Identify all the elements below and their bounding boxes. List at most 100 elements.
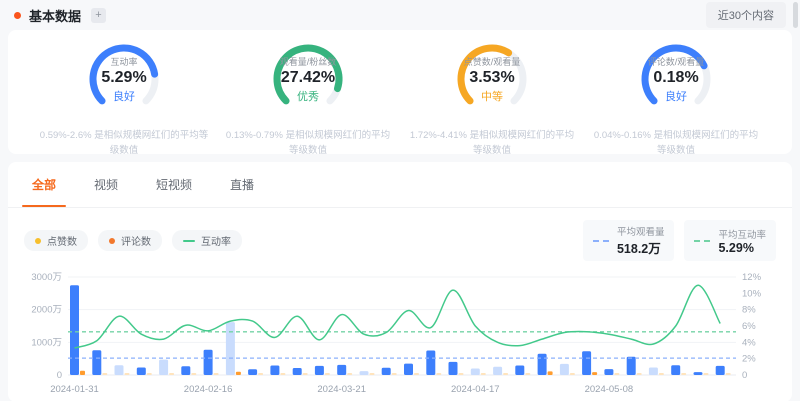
views-bar[interactable] — [181, 366, 190, 375]
gauge-note: 0.59%-2.6% 是相似规模网红们的平均等级数值 — [38, 129, 210, 158]
legend-pills: 点赞数 评论数互动率 — [24, 230, 242, 251]
likes-comments-bar[interactable] — [570, 373, 575, 375]
likes-comments-bar[interactable] — [503, 373, 508, 375]
views-bar[interactable] — [315, 366, 324, 375]
likes-comments-bar[interactable] — [548, 371, 553, 375]
views-bar[interactable] — [649, 368, 658, 376]
tab-short-video[interactable]: 短视频 — [152, 162, 196, 207]
likes-comments-bar[interactable] — [303, 373, 308, 375]
likes-comments-bar[interactable] — [102, 373, 107, 375]
likes-comments-bar[interactable] — [80, 371, 85, 375]
views-bar[interactable] — [137, 368, 146, 376]
likes-comments-bar[interactable] — [280, 373, 285, 375]
content-type-tabs: 全部视频短视频直播 — [8, 162, 792, 208]
avg-label: 平均观看量 — [617, 224, 665, 238]
views-bar[interactable] — [493, 367, 502, 375]
avg-label: 平均互动率 — [718, 227, 766, 241]
legend-row: 点赞数 评论数互动率 平均观看量 518.2万 平均互动率 5.29% — [8, 208, 792, 267]
views-bar[interactable] — [426, 351, 435, 376]
views-bar[interactable] — [204, 350, 213, 375]
section-header: 基本数据 + 近30个内容 — [0, 0, 800, 30]
likes-comments-bar[interactable] — [592, 372, 597, 375]
views-bar[interactable] — [248, 369, 257, 375]
likes-comments-bar[interactable] — [236, 372, 241, 375]
views-bar[interactable] — [293, 368, 302, 375]
gauge-status: 良好 — [665, 88, 687, 104]
views-bar[interactable] — [115, 365, 124, 375]
legend-comments[interactable]: 评论数 — [98, 230, 162, 251]
add-icon[interactable]: + — [91, 8, 106, 23]
likes-comments-bar[interactable] — [392, 373, 397, 375]
avg-views-chip: 平均观看量 518.2万 — [583, 220, 675, 261]
views-bar[interactable] — [337, 365, 346, 375]
tab-all[interactable]: 全部 — [28, 162, 60, 207]
dashed-line-icon — [694, 240, 710, 242]
likes-comments-bar[interactable] — [125, 373, 130, 375]
views-bar[interactable] — [671, 365, 680, 375]
views-bar[interactable] — [382, 368, 391, 375]
views-bar[interactable] — [404, 364, 413, 375]
views-bar[interactable] — [515, 366, 524, 376]
dashed-line-icon — [593, 240, 609, 242]
likes-comments-bar[interactable] — [258, 373, 263, 375]
views-bar[interactable] — [538, 354, 547, 375]
average-chips: 平均观看量 518.2万 平均互动率 5.29% — [583, 220, 776, 261]
left-axis-tick: 2000万 — [31, 305, 62, 316]
views-bar[interactable] — [471, 369, 480, 376]
right-axis-tick: 2% — [742, 354, 756, 365]
gauge-comments-per-view: 评论数/观看量 0.18% 良好 0.04%-0.16% 是相似规模网红们的平均… — [584, 40, 768, 154]
views-bar[interactable] — [694, 372, 703, 375]
likes-comments-bar[interactable] — [147, 373, 152, 375]
likes-comments-bar[interactable] — [370, 373, 375, 375]
gauge-value: 27.42% — [281, 69, 335, 87]
likes-comments-bar[interactable] — [704, 373, 709, 375]
likes-comments-bar[interactable] — [325, 373, 330, 375]
likes-comments-bar[interactable] — [347, 373, 352, 375]
gauge-label: 点赞数/观看量 — [464, 55, 521, 68]
likes-comments-bar[interactable] — [169, 373, 174, 375]
likes-comments-bar[interactable] — [436, 373, 441, 375]
views-bar[interactable] — [159, 360, 168, 375]
likes-comments-bar[interactable] — [525, 373, 530, 375]
tab-live[interactable]: 直播 — [226, 162, 258, 207]
likes-comments-bar[interactable] — [481, 373, 486, 375]
views-bar[interactable] — [226, 322, 235, 375]
likes-comments-bar[interactable] — [659, 373, 664, 375]
views-bar[interactable] — [716, 366, 725, 375]
likes-comments-bar[interactable] — [214, 373, 219, 375]
likes-comments-bar[interactable] — [459, 373, 464, 375]
views-bar[interactable] — [560, 364, 569, 375]
views-bar[interactable] — [604, 369, 613, 375]
likes-comments-bar[interactable] — [191, 373, 196, 375]
views-bar[interactable] — [582, 351, 591, 375]
gauges-panel: 互动率 5.29% 良好 0.59%-2.6% 是相似规模网红们的平均等级数值 … — [8, 30, 792, 154]
views-bar[interactable] — [627, 357, 636, 375]
likes-comments-bar[interactable] — [414, 373, 419, 375]
content-range-button[interactable]: 近30个内容 — [706, 2, 786, 28]
content-panel: 全部视频短视频直播 点赞数 评论数互动率 平均观看量 518.2万 平均互动率 5… — [8, 162, 792, 401]
section-dot-icon — [14, 12, 21, 19]
likes-comments-bar[interactable] — [637, 373, 642, 375]
left-axis-tick: 1000万 — [31, 337, 62, 348]
avg-value: 518.2万 — [617, 238, 665, 257]
gauge-value: 5.29% — [101, 69, 146, 87]
legend-likes[interactable]: 点赞数 — [24, 230, 88, 251]
gauge-note: 1.72%-4.41% 是相似规模网红们的平均等级数值 — [406, 129, 578, 158]
gauge-views-per-follower: 观看量/粉丝数 27.42% 优秀 0.13%-0.79% 是相似规模网红们的平… — [216, 40, 400, 154]
chart-svg[interactable]: 3000万2000万1000万012%10%8%6%4%2%02024-01-3… — [24, 269, 776, 401]
likes-comments-bar[interactable] — [614, 373, 619, 375]
interaction-rate-line — [75, 285, 721, 348]
legend-interaction-rate[interactable]: 互动率 — [172, 230, 242, 251]
x-axis-tick: 2024-03-21 — [317, 384, 366, 395]
legend-label: 点赞数 — [47, 233, 77, 248]
views-bar[interactable] — [360, 371, 369, 375]
likes-comments-bar[interactable] — [681, 373, 686, 375]
engagement-chart[interactable]: 3000万2000万1000万012%10%8%6%4%2%02024-01-3… — [24, 269, 776, 401]
views-bar[interactable] — [92, 350, 101, 375]
tab-video[interactable]: 视频 — [90, 162, 122, 207]
views-bar[interactable] — [449, 362, 458, 375]
scrollbar-thumb[interactable] — [793, 2, 798, 28]
views-bar[interactable] — [70, 285, 79, 375]
views-bar[interactable] — [270, 366, 279, 376]
likes-comments-bar[interactable] — [726, 373, 731, 375]
